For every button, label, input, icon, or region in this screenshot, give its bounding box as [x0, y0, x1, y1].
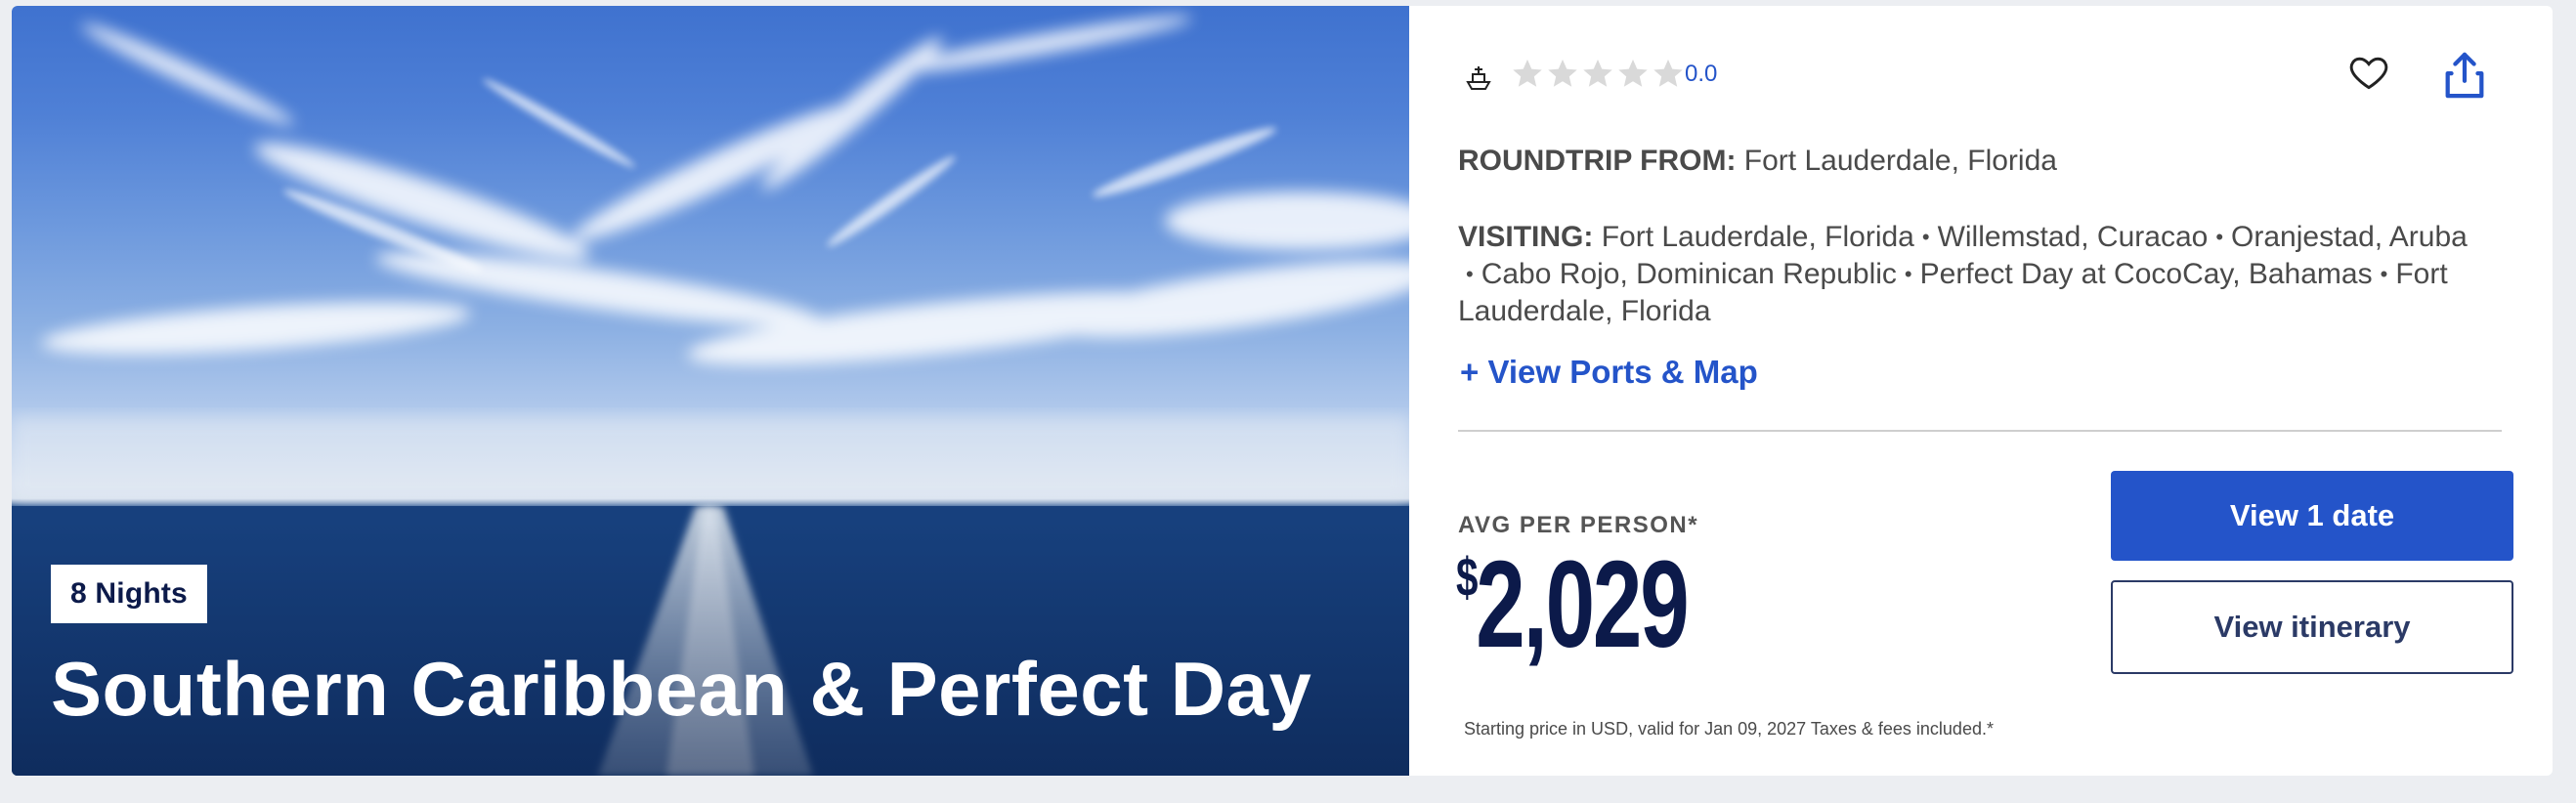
port-item: Oranjestad, Aruba [2231, 221, 2468, 253]
star-icon [1618, 59, 1648, 87]
price-amount: 2,029 [1476, 535, 1689, 673]
port-separator: • [2380, 262, 2388, 286]
visiting-ports: VISITING: Fort Lauderdale, Florida • Wille… [1458, 219, 2474, 330]
heart-icon[interactable] [2347, 51, 2390, 94]
ship-icon [1466, 66, 1491, 90]
star-icon [1583, 59, 1612, 87]
share-icon[interactable] [2441, 51, 2488, 100]
divider [1458, 430, 2502, 432]
port-separator: • [1466, 262, 1474, 286]
rating-value[interactable]: 0.0 [1685, 61, 1717, 88]
currency-symbol: $ [1456, 546, 1478, 608]
visiting-label: VISITING: [1458, 221, 1594, 253]
price-disclaimer: Starting price in USD, valid for Jan 09,… [1464, 719, 1994, 739]
cruise-card: 8 Nights Southern Caribbean & Perfect Da… [12, 6, 2553, 776]
cruise-title[interactable]: Southern Caribbean & Perfect Day [51, 645, 1311, 734]
view-itinerary-button[interactable]: View itinerary [2111, 580, 2513, 674]
roundtrip-from: ROUNDTRIP FROM: Fort Lauderdale, Florida [1458, 145, 2057, 178]
roundtrip-value: Fort Lauderdale, Florida [1743, 145, 2057, 177]
star-rating[interactable] [1511, 57, 1685, 90]
port-separator: • [1921, 225, 1930, 249]
port-item: Cabo Rojo, Dominican Republic [1481, 258, 1897, 290]
port-item: Fort Lauderdale, Florida [1601, 221, 1914, 253]
port-item: Perfect Day at CocoCay, Bahamas [1919, 258, 2373, 290]
price: $2,029 [1456, 541, 1690, 668]
hero-image: 8 Nights Southern Caribbean & Perfect Da… [12, 6, 1409, 776]
roundtrip-label: ROUNDTRIP FROM: [1458, 145, 1737, 177]
star-icon [1653, 59, 1683, 87]
port-separator: • [1904, 262, 1912, 286]
port-item: Willemstad, Curacao [1937, 221, 2209, 253]
view-dates-button[interactable]: View 1 date [2111, 471, 2513, 561]
port-separator: • [2215, 225, 2224, 249]
view-ports-map-link[interactable]: + View Ports & Map [1460, 354, 1758, 391]
star-icon [1548, 59, 1577, 87]
star-icon [1513, 59, 1542, 87]
nights-badge: 8 Nights [51, 565, 207, 623]
details-panel: 0.0 ROUNDTRIP FROM: Fort Lauderdale, Flo… [1409, 6, 2553, 776]
